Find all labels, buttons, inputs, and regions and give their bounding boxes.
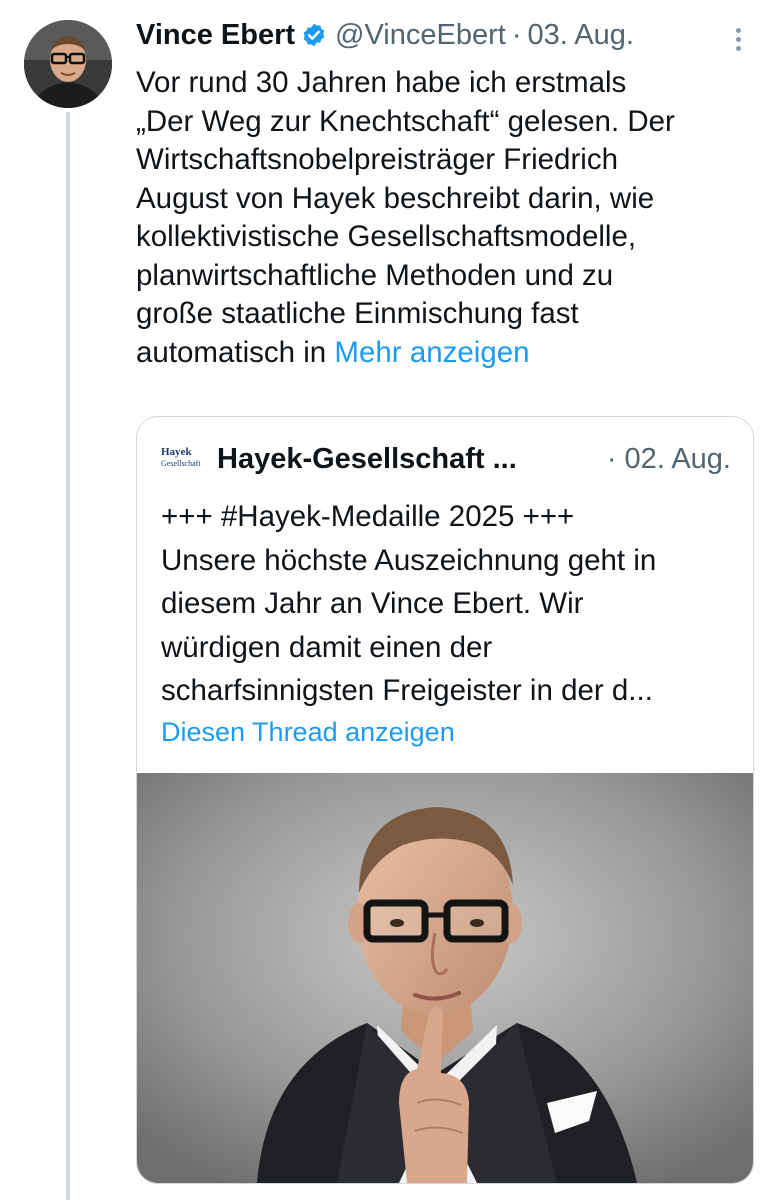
quoted-text-line: +++ #Hayek-Medaille 2025 +++ bbox=[161, 500, 575, 533]
tweet-text-last-line: automatisch in Mehr anzeigen bbox=[136, 334, 761, 373]
verified-badge-icon bbox=[301, 22, 327, 48]
quoted-text-line: scharfsinnigsten Freigeister in der d... bbox=[161, 674, 653, 707]
more-options-icon[interactable] bbox=[726, 24, 750, 64]
quoted-text-line: diesem Jahr an Vince Ebert. Wir bbox=[161, 587, 584, 620]
tweet-header: Vince Ebert @VinceEbert · 03. Aug. bbox=[136, 12, 761, 58]
quoted-tweet-date[interactable]: · 02. Aug. bbox=[607, 443, 731, 476]
tweet-text-line: Vor rund 30 Jahren habe ich erstmals bbox=[136, 66, 627, 99]
tweet[interactable]: Vince Ebert @VinceEbert · 03. Aug. Vor r… bbox=[136, 12, 761, 372]
logo-text-line1: Hayek bbox=[161, 445, 192, 458]
thread-line bbox=[66, 112, 70, 1200]
logo-text-line2: Gesellschaft bbox=[161, 458, 201, 468]
tweet-text-line: planwirtschaftliche Methoden und zu bbox=[136, 258, 614, 292]
tweet-text-line: große staatliche Einmischung fast bbox=[136, 297, 579, 330]
quoted-text-line: würdigen damit einen der bbox=[161, 630, 493, 664]
tweet-text-line: Wirtschaftsnobelpreisträger Friedrich bbox=[136, 143, 618, 176]
quoted-tweet-header: Hayek Gesellschaft Hayek-Gesellschaft ..… bbox=[159, 443, 731, 476]
show-more-link[interactable]: Mehr anzeigen bbox=[334, 336, 529, 369]
author-avatar[interactable] bbox=[24, 20, 112, 108]
quoted-tweet-text: +++ #Hayek-Medaille 2025 +++ Unsere höch… bbox=[161, 495, 656, 713]
author-name[interactable]: Vince Ebert bbox=[136, 19, 295, 52]
header-separator: · bbox=[511, 18, 522, 51]
tweet-text-line: „Der Weg zur Knechtschaft“ gelesen. Der bbox=[136, 104, 675, 138]
quoted-text-line: Unsere höchste Auszeichnung geht in bbox=[161, 543, 657, 577]
hayek-logo-icon[interactable]: Hayek Gesellschaft bbox=[159, 445, 203, 475]
quoted-author-ellipsis: ... bbox=[492, 443, 517, 475]
quoted-tweet[interactable]: Hayek Gesellschaft Hayek-Gesellschaft ..… bbox=[136, 416, 754, 1184]
tweet-text-last: automatisch in bbox=[136, 335, 327, 369]
show-thread-link[interactable]: Diesen Thread anzeigen bbox=[161, 717, 455, 748]
quoted-author-name[interactable]: Hayek-Gesellschaft bbox=[217, 443, 485, 476]
portrait-photo[interactable] bbox=[137, 773, 753, 1183]
tweet-text-line: August von Hayek beschreibt darin, wie bbox=[136, 181, 655, 215]
author-handle[interactable]: @VinceEbert bbox=[335, 19, 506, 52]
tweet-text-line: kollektivistische Gesellschaftsmodelle, bbox=[136, 220, 637, 253]
tweet-date[interactable]: 03. Aug. bbox=[528, 19, 634, 52]
tweet-text: Vor rund 30 Jahren habe ich erstmals „De… bbox=[136, 64, 761, 372]
